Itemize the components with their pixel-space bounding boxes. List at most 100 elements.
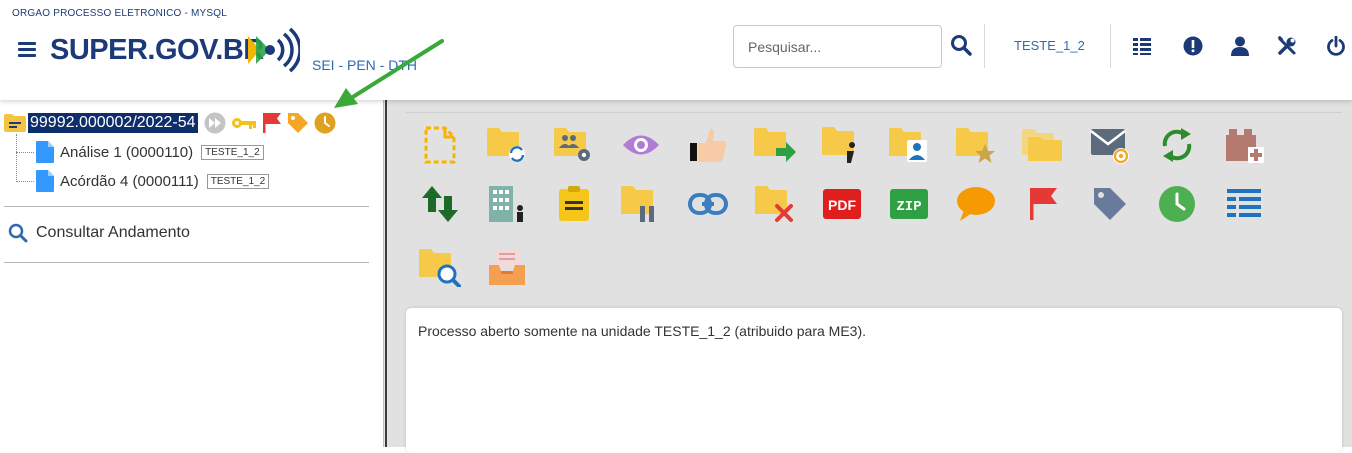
zip-label: ZIP — [896, 199, 921, 215]
document-label[interactable]: Análise 1 (0000110) — [60, 144, 193, 161]
tree-document[interactable]: Análise 1 (0000110) TESTE_1_2 — [36, 141, 264, 163]
consultar-andamento-link[interactable]: Consultar Andamento — [8, 223, 190, 243]
pdf-button[interactable]: PDF — [820, 182, 864, 226]
process-settings-icon — [554, 128, 590, 161]
tag-button[interactable] — [1088, 182, 1132, 226]
send-process-icon — [754, 128, 796, 162]
consultar-andamento-label[interactable]: Consultar Andamento — [36, 224, 190, 242]
new-document-button[interactable] — [418, 123, 462, 167]
org-name: ORGAO PROCESSO ELETRONICO - MYSQL — [12, 8, 227, 19]
process-content-panel: PDF ZIP Processo aberto somente na unida… — [388, 100, 1352, 453]
search-icon — [8, 223, 28, 243]
sign-approve-button[interactable] — [686, 123, 730, 167]
note-icon — [559, 186, 589, 221]
favorite-process-button[interactable] — [954, 123, 998, 167]
divider — [4, 262, 369, 263]
process-tree-panel: 99992.000002/2022-54 Análise 1 (0000110)… — [0, 100, 383, 447]
organization-icon — [489, 186, 523, 222]
add-block-icon — [1226, 129, 1264, 163]
view-button[interactable] — [619, 123, 663, 167]
pdf-icon: PDF — [823, 189, 861, 219]
process-info-button[interactable] — [820, 123, 864, 167]
note-button[interactable] — [552, 182, 596, 226]
tag-icon — [1094, 188, 1126, 220]
assign-user-icon — [889, 128, 927, 162]
list-button[interactable] — [1222, 182, 1266, 226]
sync-button[interactable] — [1155, 123, 1199, 167]
move-icon — [422, 186, 458, 222]
sync-icon — [1162, 128, 1192, 162]
move-button[interactable] — [418, 182, 462, 226]
favorite-process-icon — [956, 128, 995, 163]
pdf-label: PDF — [828, 197, 856, 213]
forward-icon[interactable] — [204, 112, 226, 134]
flag-icon[interactable] — [262, 112, 282, 134]
link-button[interactable] — [686, 182, 730, 226]
reopen-process-icon — [487, 128, 525, 162]
divider — [1110, 24, 1111, 68]
list-icon[interactable] — [1132, 36, 1152, 56]
search-process-icon — [419, 249, 461, 287]
comment-icon — [957, 187, 995, 221]
process-info-icon — [822, 127, 855, 163]
process-settings-button[interactable] — [552, 123, 596, 167]
document-label[interactable]: Acórdão 4 (0000111) — [60, 173, 199, 190]
process-number[interactable]: 99992.000002/2022-54 — [28, 113, 198, 133]
power-icon[interactable] — [1326, 36, 1346, 56]
list-icon — [1227, 189, 1261, 217]
top-header: ORGAO PROCESSO ELETRONICO - MYSQL SUPER.… — [0, 0, 1352, 100]
related-processes-button[interactable] — [1021, 123, 1065, 167]
open-folder-icon[interactable] — [4, 114, 26, 132]
unit-tag: TESTE_1_2 — [206, 173, 270, 189]
document-icon — [36, 141, 54, 163]
clock-icon — [1159, 186, 1195, 222]
divider — [4, 206, 369, 207]
user-icon[interactable] — [1230, 36, 1250, 56]
unit-selector[interactable]: TESTE_1_2 — [1014, 38, 1085, 53]
cancel-process-icon — [755, 186, 793, 222]
tree-connector — [16, 181, 34, 182]
add-block-button[interactable] — [1222, 123, 1266, 167]
link-icon — [688, 193, 728, 215]
archive-button[interactable] — [485, 245, 529, 289]
reopen-process-button[interactable] — [485, 123, 529, 167]
logo-mark-icon — [248, 27, 300, 73]
organization-button[interactable] — [485, 182, 529, 226]
search-icon[interactable] — [950, 34, 972, 56]
clock-button[interactable] — [1155, 182, 1199, 226]
tag-icon[interactable] — [287, 112, 309, 134]
tree-connector — [16, 134, 17, 182]
sign-approve-icon — [690, 128, 727, 162]
divider — [984, 24, 985, 68]
send-process-button[interactable] — [753, 123, 797, 167]
alert-icon[interactable] — [1183, 36, 1203, 56]
system-name: SEI - PEN - DTH — [312, 57, 418, 73]
suspend-process-button[interactable] — [619, 182, 663, 226]
send-email-button[interactable] — [1088, 123, 1132, 167]
view-icon — [623, 135, 659, 155]
new-document-icon — [424, 126, 456, 164]
search-input[interactable] — [733, 25, 942, 68]
unit-tag: TESTE_1_2 — [201, 144, 264, 160]
tools-icon[interactable] — [1277, 36, 1297, 56]
assign-user-button[interactable] — [887, 123, 931, 167]
search-process-button[interactable] — [418, 245, 462, 289]
related-processes-icon — [1022, 129, 1062, 161]
clock-icon[interactable] — [314, 112, 336, 134]
cancel-process-button[interactable] — [753, 182, 797, 226]
zip-button[interactable]: ZIP — [887, 182, 931, 226]
menu-icon[interactable] — [18, 42, 36, 58]
archive-icon — [489, 249, 525, 285]
flag-icon — [1030, 188, 1057, 220]
comment-button[interactable] — [954, 182, 998, 226]
send-email-icon — [1090, 129, 1129, 164]
tree-document[interactable]: Acórdão 4 (0000111) TESTE_1_2 — [36, 170, 270, 192]
tree-connector — [16, 152, 34, 153]
zip-icon: ZIP — [890, 189, 928, 219]
key-icon[interactable] — [231, 116, 257, 130]
flag-button[interactable] — [1021, 182, 1065, 226]
document-icon — [36, 170, 54, 192]
process-status-box: Processo aberto somente na unidade TESTE… — [406, 308, 1342, 453]
logo: SUPER.GOV.BR — [50, 34, 264, 66]
process-toolbar: PDF ZIP — [406, 112, 1342, 294]
